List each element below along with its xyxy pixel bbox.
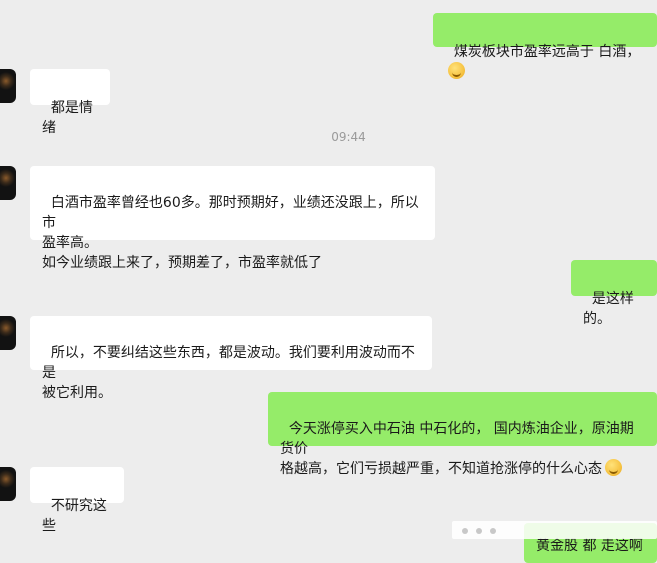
contact-avatar[interactable] <box>0 316 16 350</box>
thinking-emoji-icon <box>605 459 622 476</box>
message-bubble-received[interactable]: 都是情绪 <box>30 69 110 136</box>
dot-icon <box>462 528 468 534</box>
grinning-sweat-emoji-icon <box>448 62 465 79</box>
message-bubble-received[interactable]: 白酒市盈率曾经也60多。那时预期好，业绩还没跟上，所以市 盈率高。 如今业绩跟上… <box>30 166 435 271</box>
message-bubble-received[interactable]: 不研究这些 <box>30 467 124 534</box>
message-text: 是这样的。 <box>583 291 634 327</box>
dot-icon <box>490 528 496 534</box>
dot-icon <box>476 528 482 534</box>
message-text: 今天涨停买入中石油 中石化的， 国内炼油企业，原油期货价 格越高，它们亏损越严重… <box>280 421 634 477</box>
message-bubble-received[interactable]: 所以，不要纠结这些东西，都是波动。我们要利用波动而不是 被它利用。 <box>30 316 432 401</box>
message-bubble-sent[interactable]: 今天涨停买入中石油 中石化的， 国内炼油企业，原油期货价 格越高，它们亏损越严重… <box>268 392 657 477</box>
chat-timestamp: 09:44 <box>331 130 366 144</box>
contact-avatar[interactable] <box>0 467 16 501</box>
message-text: 不研究这些 <box>42 498 107 534</box>
message-text: 煤炭板块市盈率远高于 白酒， <box>453 44 641 60</box>
message-text: 白酒市盈率曾经也60多。那时预期好，业绩还没跟上，所以市 盈率高。 如今业绩跟上… <box>42 195 419 271</box>
contact-avatar[interactable] <box>0 69 16 103</box>
message-bubble-sent[interactable]: 煤炭板块市盈率远高于 白酒， <box>433 13 657 79</box>
contact-avatar[interactable] <box>0 166 16 200</box>
scroll-indicator[interactable] <box>452 521 657 539</box>
message-bubble-sent[interactable]: 是这样的。 <box>571 260 657 327</box>
